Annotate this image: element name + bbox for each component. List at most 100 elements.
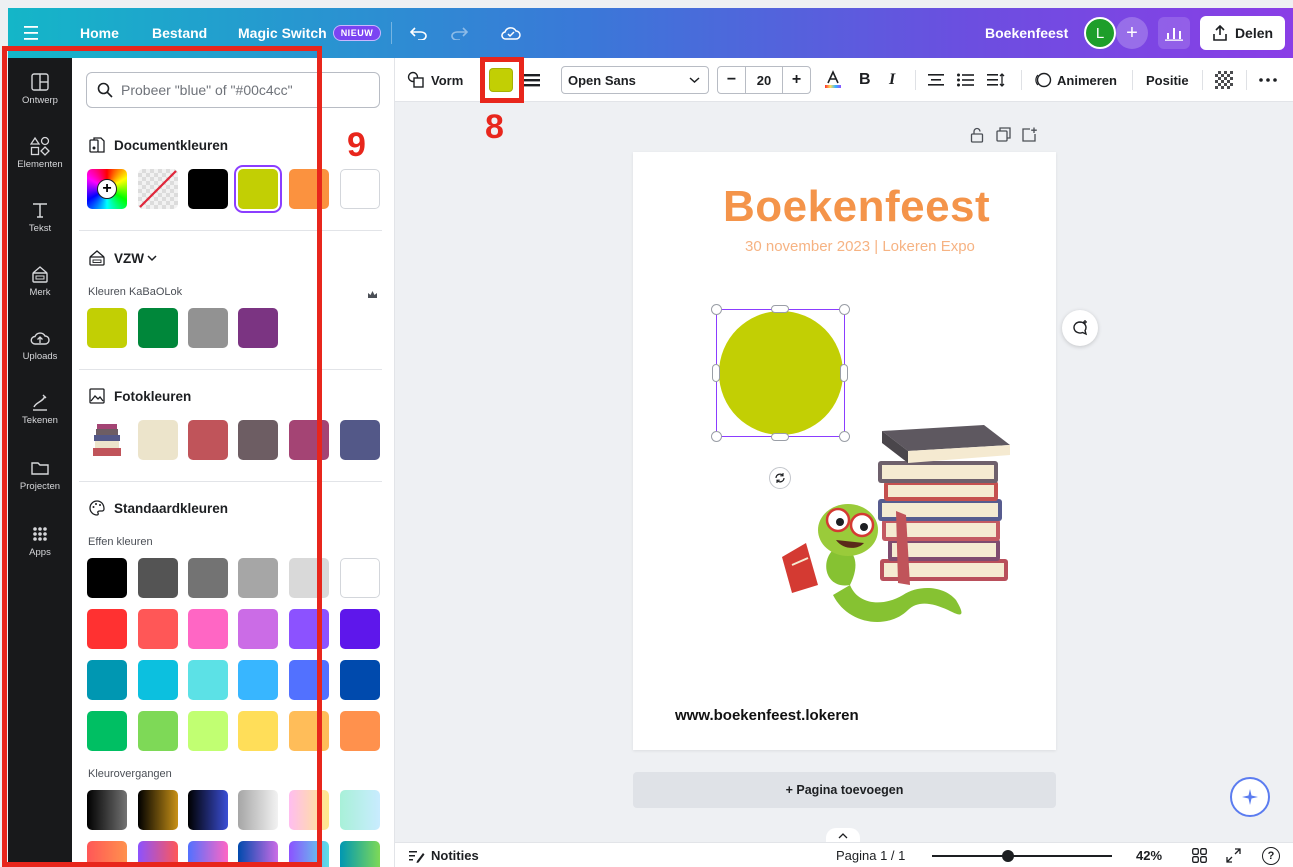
- lock-icon[interactable]: [970, 127, 984, 148]
- fullscreen-icon[interactable]: [1226, 843, 1241, 867]
- italic-icon[interactable]: I: [889, 58, 895, 102]
- document-title[interactable]: Boekenfeest: [985, 8, 1068, 58]
- solid-color-swatch[interactable]: [238, 558, 278, 598]
- photo-color-swatch[interactable]: [340, 420, 380, 460]
- document-color-swatch[interactable]: [188, 169, 228, 209]
- avatar[interactable]: L: [1084, 8, 1116, 58]
- increase-size-button[interactable]: +: [782, 67, 810, 93]
- add-page-button[interactable]: + Pagina toevoegen: [633, 772, 1056, 808]
- color-search-input[interactable]: [121, 82, 361, 98]
- decrease-size-button[interactable]: −: [718, 67, 746, 93]
- rail-item-elements[interactable]: Elementen: [8, 136, 72, 196]
- page-indicator[interactable]: Pagina 1 / 1: [836, 843, 905, 867]
- fill-color-button[interactable]: [489, 58, 513, 102]
- help-icon[interactable]: ?: [1262, 843, 1280, 867]
- photo-color-swatch[interactable]: [289, 420, 329, 460]
- solid-color-swatch[interactable]: [138, 558, 178, 598]
- page-title-text[interactable]: Boekenfeest: [723, 182, 990, 232]
- page-subtitle-text[interactable]: 30 november 2023 | Lokeren Expo: [745, 238, 975, 255]
- insights-icon[interactable]: [1158, 8, 1190, 58]
- bold-icon[interactable]: B: [859, 58, 871, 102]
- zoom-slider-thumb[interactable]: [1001, 849, 1014, 862]
- solid-color-swatch[interactable]: [87, 558, 127, 598]
- solid-color-swatch[interactable]: [87, 711, 127, 751]
- solid-color-swatch[interactable]: [340, 558, 380, 598]
- rail-item-uploads[interactable]: Uploads: [8, 328, 72, 388]
- grid-view-icon[interactable]: [1192, 843, 1207, 867]
- solid-color-swatch[interactable]: [340, 609, 380, 649]
- transparent-swatch[interactable]: [138, 169, 178, 209]
- resize-handle[interactable]: [771, 305, 789, 313]
- page-url-text[interactable]: www.boekenfeest.lokeren: [675, 707, 859, 724]
- gradient-swatch[interactable]: [340, 841, 380, 867]
- solid-color-swatch[interactable]: [289, 660, 329, 700]
- home-button[interactable]: Home: [80, 8, 119, 58]
- photo-color-swatch[interactable]: [188, 420, 228, 460]
- gradient-swatch[interactable]: [138, 841, 178, 867]
- solid-color-swatch[interactable]: [238, 660, 278, 700]
- resize-handle[interactable]: [840, 364, 848, 382]
- add-comment-icon[interactable]: [1062, 310, 1098, 346]
- notes-button[interactable]: Notities: [409, 843, 479, 867]
- color-search[interactable]: [86, 72, 380, 108]
- gradient-swatch[interactable]: [188, 841, 228, 867]
- align-center-icon[interactable]: [928, 58, 944, 102]
- gradient-swatch[interactable]: [289, 841, 329, 867]
- solid-color-swatch[interactable]: [188, 660, 228, 700]
- menu-icon[interactable]: [24, 8, 42, 58]
- gradient-swatch[interactable]: [87, 790, 127, 830]
- rail-item-text[interactable]: Tekst: [8, 200, 72, 260]
- transparency-icon[interactable]: [1215, 58, 1233, 102]
- solid-color-swatch[interactable]: [138, 660, 178, 700]
- text-color-icon[interactable]: [823, 58, 843, 102]
- rail-item-design[interactable]: Ontwerp: [8, 72, 72, 132]
- document-color-swatch-selected[interactable]: [238, 169, 278, 209]
- brand-kit-selector[interactable]: VZW: [88, 249, 165, 267]
- list-icon[interactable]: [957, 58, 974, 102]
- gradient-swatch[interactable]: [238, 841, 278, 867]
- solid-color-swatch[interactable]: [238, 609, 278, 649]
- shape-button[interactable]: Vorm: [407, 58, 463, 102]
- resize-handle[interactable]: [711, 304, 722, 315]
- solid-color-swatch[interactable]: [138, 711, 178, 751]
- solid-color-swatch[interactable]: [87, 609, 127, 649]
- zoom-slider[interactable]: [932, 843, 1112, 867]
- document-color-swatch[interactable]: [340, 169, 380, 209]
- add-page-icon[interactable]: [1022, 127, 1037, 147]
- document-color-swatch[interactable]: [289, 169, 329, 209]
- magic-switch-button[interactable]: Magic Switch NIEUW: [238, 8, 382, 58]
- solid-color-swatch[interactable]: [238, 711, 278, 751]
- magic-assistant-icon[interactable]: [1230, 777, 1270, 817]
- solid-color-swatch[interactable]: [340, 660, 380, 700]
- cloud-saved-icon[interactable]: [500, 8, 522, 58]
- solid-color-swatch[interactable]: [87, 660, 127, 700]
- rail-item-apps[interactable]: Apps: [8, 524, 72, 584]
- bookworm-illustration[interactable]: [778, 425, 1018, 635]
- solid-color-swatch[interactable]: [188, 609, 228, 649]
- share-button[interactable]: Delen: [1200, 8, 1285, 58]
- more-options-icon[interactable]: [1259, 58, 1277, 102]
- resize-handle[interactable]: [711, 431, 722, 442]
- resize-handle[interactable]: [839, 304, 850, 315]
- gradient-swatch[interactable]: [87, 841, 127, 867]
- rail-item-projects[interactable]: Projecten: [8, 458, 72, 518]
- font-selector[interactable]: Open Sans: [561, 66, 709, 94]
- solid-color-swatch[interactable]: [289, 609, 329, 649]
- font-size-value[interactable]: 20: [746, 67, 782, 93]
- photo-color-swatch[interactable]: [138, 420, 178, 460]
- gradient-swatch[interactable]: [188, 790, 228, 830]
- gradient-swatch[interactable]: [138, 790, 178, 830]
- rail-item-brand[interactable]: Merk: [8, 264, 72, 324]
- solid-color-swatch[interactable]: [188, 711, 228, 751]
- border-style-icon[interactable]: [524, 58, 540, 102]
- solid-color-swatch[interactable]: [340, 711, 380, 751]
- position-button[interactable]: Positie: [1146, 58, 1189, 102]
- brand-color-swatch[interactable]: [138, 308, 178, 348]
- brand-color-swatch[interactable]: [238, 308, 278, 348]
- photo-thumbnail[interactable]: [87, 420, 127, 460]
- solid-color-swatch[interactable]: [138, 609, 178, 649]
- resize-handle[interactable]: [712, 364, 720, 382]
- solid-color-swatch[interactable]: [289, 711, 329, 751]
- file-menu-button[interactable]: Bestand: [152, 8, 207, 58]
- solid-color-swatch[interactable]: [188, 558, 228, 598]
